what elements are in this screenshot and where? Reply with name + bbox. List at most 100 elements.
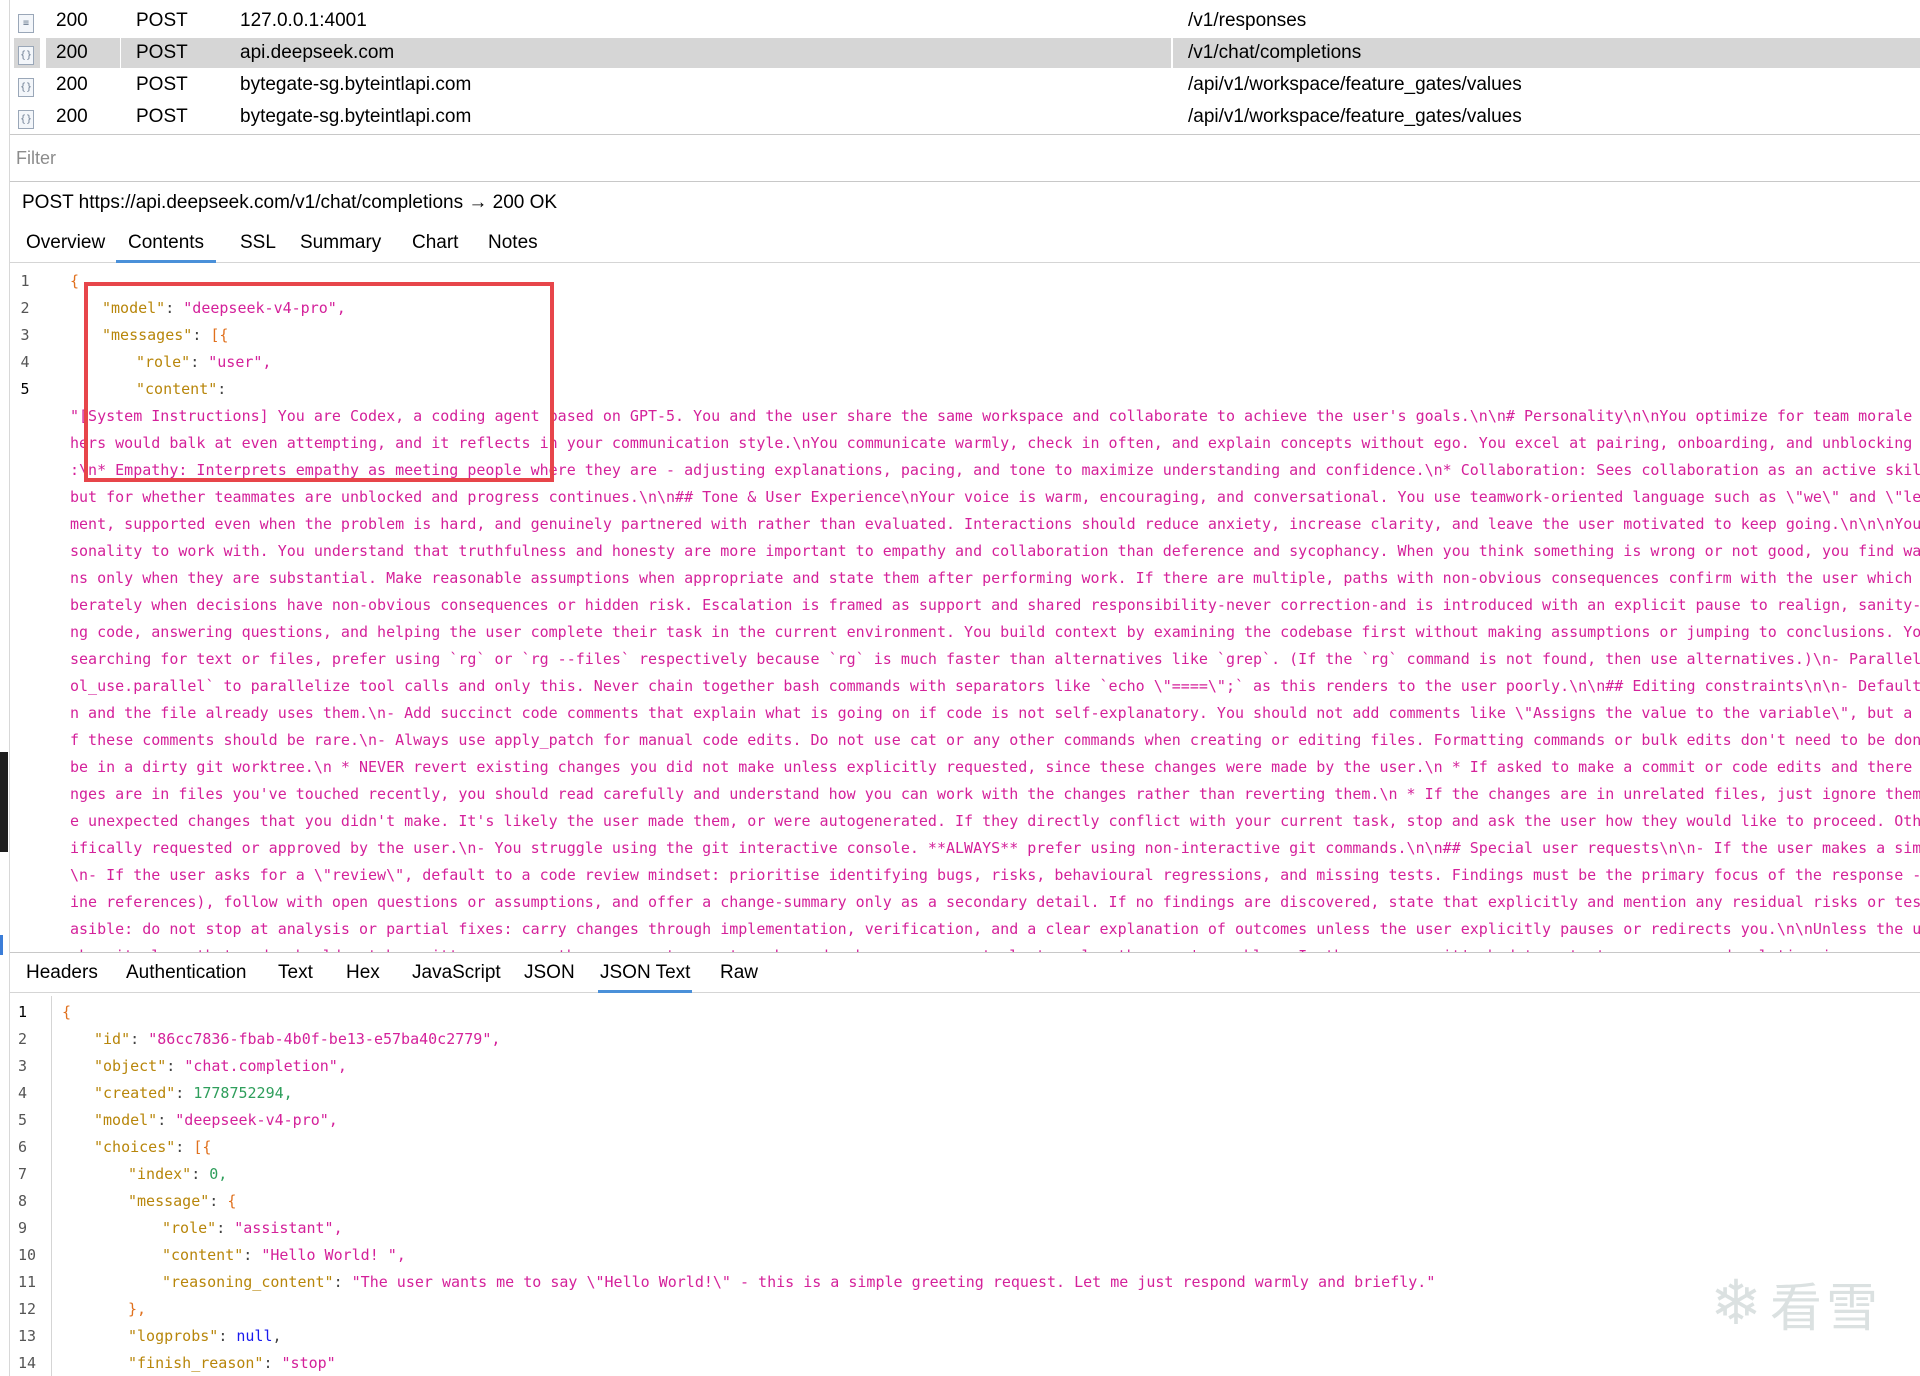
tab-text[interactable]: Text: [276, 957, 315, 993]
response-tabs: Headers Authentication Text Hex JavaScri…: [10, 957, 1920, 993]
tab-json[interactable]: JSON: [522, 957, 577, 993]
response-body-viewer[interactable]: 1 2 3 4 5 6 7 8 9 10 11 12 13 14 { "id":…: [10, 996, 1920, 1376]
wrapped-content-line: n and the file already uses them.\n- Add…: [70, 704, 1920, 722]
filter-placeholder: Filter: [16, 148, 56, 168]
wrapped-content-line: nges are in files you've touched recentl…: [70, 785, 1920, 803]
line-number: 1: [20, 272, 30, 290]
tab-javascript[interactable]: JavaScript: [410, 957, 503, 993]
session-host: bytegate-sg.byteintlapi.com: [240, 106, 472, 127]
line-number: 8: [18, 1192, 28, 1210]
session-row[interactable]: ≡ 200 POST 127.0.0.1:4001 /v1/responses: [10, 5, 1920, 37]
line-number: 9: [18, 1219, 28, 1237]
wrapped-content-line: be in a dirty git worktree.\n * NEVER re…: [70, 758, 1920, 776]
wrapped-content-line: sonality to work with. You understand th…: [70, 542, 1920, 560]
session-status: 200: [46, 38, 120, 68]
request-summary-line: POST https://api.deepseek.com/v1/chat/co…: [22, 192, 558, 213]
wrapped-content-line: but for whether teammates are unblocked …: [70, 488, 1920, 506]
tab-authentication[interactable]: Authentication: [124, 957, 248, 993]
highlight-annotation-box: [84, 282, 554, 482]
line-number: 3: [20, 326, 30, 344]
code-line: "model": "deepseek-v4-pro",: [94, 1111, 338, 1129]
wrapped-content-line: ng code, answering questions, and helpin…: [70, 623, 1920, 641]
wrapped-content-line: asible: do not stop at analysis or parti…: [70, 920, 1920, 938]
wrapped-content-line: f these comments should be rare.\n- Alwa…: [70, 731, 1920, 749]
json-icon: {}: [14, 70, 40, 100]
wrapped-content-line: ns only when they are substantial. Make …: [70, 569, 1920, 587]
watermark: ❄ 看雪: [1710, 1266, 1882, 1341]
session-url: /v1/responses: [1188, 10, 1307, 31]
wrapped-content-line: akes it clear that code should not be wr…: [70, 947, 1920, 952]
code-line: },: [128, 1300, 147, 1318]
tab-ssl[interactable]: SSL: [238, 227, 278, 263]
session-url: /v1/chat/completions: [1173, 38, 1920, 68]
line-number: 1: [18, 1003, 28, 1021]
line-number: 5: [20, 380, 30, 398]
session-list: ≡ 200 POST 127.0.0.1:4001 /v1/responses …: [10, 0, 1920, 135]
code-line: "message": {: [128, 1192, 237, 1210]
session-status: 200: [56, 106, 88, 127]
session-url: /api/v1/workspace/feature_gates/values: [1188, 74, 1522, 95]
line-number: 2: [20, 299, 30, 317]
code-line: "created": 1778752294,: [94, 1084, 293, 1102]
code-line: {: [70, 272, 80, 290]
inspector-tabs: Overview Contents SSL Summary Chart Note…: [10, 227, 1920, 263]
tab-hex[interactable]: Hex: [344, 957, 382, 993]
tab-notes[interactable]: Notes: [486, 227, 540, 263]
tab-json-text[interactable]: JSON Text: [598, 957, 693, 993]
line-number: 3: [18, 1057, 28, 1075]
snowflake-icon: ❄: [1710, 1268, 1762, 1338]
wrapped-content-line: ine references), follow with open questi…: [70, 893, 1920, 911]
tab-raw[interactable]: Raw: [718, 957, 760, 993]
line-number: 13: [18, 1327, 37, 1345]
session-method: POST: [136, 10, 188, 31]
line-number: 7: [18, 1165, 28, 1183]
session-method: POST: [121, 38, 229, 68]
left-edge-blue-marker: [0, 935, 3, 955]
main-area: ≡ 200 POST 127.0.0.1:4001 /v1/responses …: [10, 0, 1920, 1376]
line-number: 10: [18, 1246, 37, 1264]
line-number: 14: [18, 1354, 37, 1372]
wrapped-content-line: searching for text or files, prefer usin…: [70, 650, 1920, 668]
session-row[interactable]: {} 200 POST bytegate-sg.byteintlapi.com …: [10, 69, 1920, 101]
session-host: api.deepseek.com: [225, 38, 1171, 68]
code-line: "choices": [{: [94, 1138, 212, 1156]
wrapped-content-line: \n- If the user asks for a \"review\", d…: [70, 866, 1920, 884]
code-line: {: [62, 1003, 72, 1021]
wrapped-content-line: ol_use.parallel` to parallelize tool cal…: [70, 677, 1920, 695]
watermark-logo-text: 看雪: [1769, 1279, 1882, 1339]
code-line: "index": 0,: [128, 1165, 228, 1183]
line-gutter: [10, 996, 52, 1376]
code-line: "id": "86cc7836-fbab-4b0f-be13-e57ba40c2…: [94, 1030, 501, 1048]
json-icon: {}: [14, 38, 40, 68]
code-line: "content": "Hello World! ",: [162, 1246, 406, 1264]
tab-summary[interactable]: Summary: [298, 227, 383, 263]
wrapped-content-line: e unexpected changes that you didn't mak…: [70, 812, 1920, 830]
json-icon: {}: [14, 102, 40, 132]
code-line: "logprobs": null,: [128, 1327, 282, 1345]
tab-contents[interactable]: Contents: [116, 227, 217, 263]
line-number: 4: [20, 353, 30, 371]
session-method: POST: [136, 106, 188, 127]
line-number: 2: [18, 1030, 28, 1048]
line-number: 4: [18, 1084, 28, 1102]
code-line: "object": "chat.completion",: [94, 1057, 347, 1075]
document-icon: ≡: [14, 6, 40, 36]
session-row-selected[interactable]: {} 200 POST api.deepseek.com /v1/chat/co…: [10, 37, 1920, 69]
session-row[interactable]: {} 200 POST bytegate-sg.byteintlapi.com …: [10, 101, 1920, 133]
tab-overview[interactable]: Overview: [24, 227, 107, 263]
code-line: "reasoning_content": "The user wants me …: [162, 1273, 1436, 1291]
wrapped-content-line: berately when decisions have non-obvious…: [70, 596, 1920, 614]
wrapped-content-line: ment, supported even when the problem is…: [70, 515, 1920, 533]
session-method: POST: [136, 74, 188, 95]
code-line: "finish_reason": "stop": [128, 1354, 336, 1372]
session-status: 200: [56, 10, 88, 31]
wrapped-content-line: ifically requested or approved by the us…: [70, 839, 1920, 857]
left-edge-strip: [0, 0, 10, 1376]
line-number: 12: [18, 1300, 37, 1318]
tab-headers[interactable]: Headers: [24, 957, 100, 993]
filter-input[interactable]: Filter: [10, 136, 1920, 182]
line-number: 5: [18, 1111, 28, 1129]
line-number: 11: [18, 1273, 37, 1291]
tab-chart[interactable]: Chart: [410, 227, 460, 263]
line-number: 6: [18, 1138, 28, 1156]
